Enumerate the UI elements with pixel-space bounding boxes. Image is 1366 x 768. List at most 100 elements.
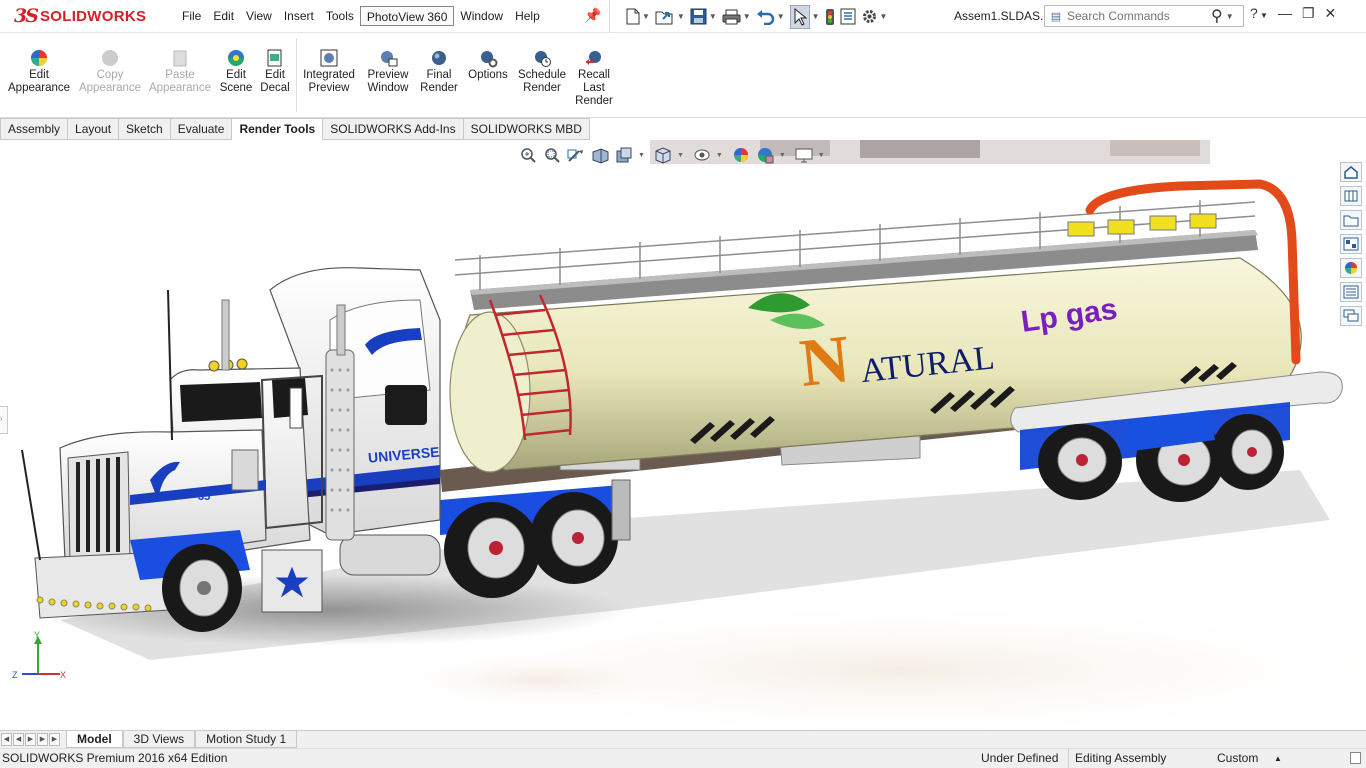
print-button[interactable]: ▼ [722, 5, 751, 29]
open-button[interactable]: ▼ [655, 5, 685, 29]
reference-triad[interactable]: Y X Z [10, 630, 70, 690]
options-button[interactable]: ▼ [861, 5, 887, 29]
final-render-icon [432, 51, 446, 65]
search-icon[interactable]: ⚲ [1211, 6, 1223, 26]
truck-tanker-model[interactable]: N ATURAL Lp gas UNIVERSE 35 [0, 140, 1366, 730]
custom-properties-icon [1343, 285, 1359, 299]
select-button[interactable] [789, 4, 810, 29]
status-tag-icon[interactable] [1350, 752, 1361, 764]
menu-window[interactable]: Window [454, 6, 509, 26]
view-orientation-dropdown-icon[interactable]: ▼ [638, 152, 645, 159]
search-commands-box[interactable]: ▤ ⚲ ▼ [1044, 5, 1244, 27]
appearances-scenes-decals-tab[interactable] [1340, 258, 1362, 278]
search-dropdown-icon[interactable]: ▼ [1226, 12, 1234, 21]
edit-scene-button[interactable]: Edit Scene [217, 48, 255, 95]
search-scope-icon[interactable]: ▤ [1045, 10, 1067, 23]
menu-insert[interactable]: Insert [278, 6, 320, 26]
tab-evaluate[interactable]: Evaluate [170, 118, 233, 140]
edit-scene-icon [228, 50, 244, 66]
feature-manager-expand-handle[interactable]: › [0, 406, 8, 434]
tab-scroll-icon[interactable]: ▶ [49, 733, 60, 746]
forum-tab[interactable] [1340, 306, 1362, 326]
tab-prev-icon[interactable]: ◀ [13, 733, 24, 746]
tab-first-icon[interactable]: ◀ [1, 733, 12, 746]
tab-3d-views[interactable]: 3D Views [122, 731, 196, 748]
menu-file[interactable]: File [176, 6, 207, 26]
edit-appearance-icon [31, 50, 47, 66]
design-library-tab[interactable] [1340, 186, 1362, 206]
section-view-icon[interactable] [590, 146, 610, 164]
hide-show-dropdown-icon[interactable]: ▼ [716, 152, 723, 159]
copy-appearance-label-2: Appearance [78, 82, 142, 94]
tab-solidworks-add-ins[interactable]: SOLIDWORKS Add-Ins [323, 118, 464, 140]
edit-decal-button[interactable]: Edit Decal [258, 48, 292, 95]
view-palette-tab[interactable] [1340, 234, 1362, 254]
solidworks-resources-tab[interactable] [1340, 162, 1362, 182]
search-input[interactable] [1067, 9, 1207, 23]
tab-assembly[interactable]: Assembly [0, 118, 69, 140]
menu-help[interactable]: Help [509, 6, 546, 26]
folder-icon [1343, 215, 1359, 227]
tab-solidworks-mbd[interactable]: SOLIDWORKS MBD [463, 118, 590, 140]
view-palette-icon [1343, 237, 1359, 251]
ribbon-separator [296, 38, 297, 112]
custom-properties-tab[interactable] [1340, 282, 1362, 302]
final-render-button[interactable]: Final Render [418, 48, 460, 95]
tab-last-icon[interactable]: ▶ [37, 733, 48, 746]
graphics-area[interactable]: N ATURAL Lp gas UNIVERSE 35 ▼ ▼ ▼ ▼ ▼ Y … [0, 140, 1366, 730]
menu-photoview-360[interactable]: PhotoView 360 [359, 6, 455, 26]
hide-show-items-icon[interactable] [692, 146, 712, 164]
zoom-to-area-icon[interactable] [542, 146, 562, 164]
file-properties-button[interactable] [840, 5, 856, 29]
apply-scene-icon[interactable] [755, 146, 775, 164]
copy-appearance-label-1: Copy [96, 69, 124, 81]
triad-z-label: Z [12, 670, 18, 680]
tab-sketch[interactable]: Sketch [119, 118, 171, 140]
minimize-icon[interactable]: — [1278, 5, 1292, 22]
undo-button[interactable]: ▼ [756, 5, 785, 29]
dynamic-annotation-icon[interactable] [614, 146, 634, 164]
tab-render-tools[interactable]: Render Tools [232, 118, 324, 140]
pin-menu-icon[interactable]: 📌 [584, 7, 601, 24]
view-orientation-icon[interactable] [653, 146, 673, 164]
restore-icon[interactable]: ❐ [1302, 5, 1315, 22]
rebuild-button[interactable] [825, 5, 835, 29]
select-pointer-icon [794, 7, 807, 26]
apply-scene-dropdown-icon[interactable]: ▼ [779, 152, 786, 159]
file-explorer-tab[interactable] [1340, 210, 1362, 230]
solidworks-window: 3S SOLIDWORKS File Edit View Insert Tool… [0, 0, 1366, 768]
display-style-dropdown-icon[interactable]: ▼ [677, 152, 684, 159]
tab-next-icon[interactable]: ▶ [25, 733, 36, 746]
tab-model[interactable]: Model [66, 731, 123, 748]
solidworks-logo[interactable]: 3S SOLIDWORKS [14, 4, 146, 28]
select-dropdown[interactable]: ▼ [810, 5, 820, 29]
menu-tools[interactable]: Tools [320, 6, 360, 26]
tab-motion-study-1[interactable]: Motion Study 1 [195, 731, 298, 748]
preview-window-label-1: Preview [367, 69, 409, 81]
paste-appearance-button[interactable]: Paste Appearance [148, 48, 212, 95]
preview-window-button[interactable]: Preview Window [364, 48, 412, 95]
menu-view[interactable]: View [240, 6, 278, 26]
units-dropdown-icon[interactable]: ▲ [1274, 754, 1282, 763]
edit-appearance-hud-icon[interactable] [731, 146, 751, 164]
save-button[interactable]: ▼ [690, 5, 717, 29]
new-document-button[interactable]: ▼ [626, 5, 650, 29]
integrated-preview-button[interactable]: Integrated Preview [300, 48, 358, 95]
integrated-preview-label-2: Preview [308, 82, 350, 94]
help-icon[interactable]: ? ▼ [1250, 5, 1268, 22]
edit-appearance-button[interactable]: Edit Appearance [8, 48, 70, 95]
copy-appearance-button[interactable]: Copy Appearance [78, 48, 142, 95]
status-units[interactable]: Custom [1217, 751, 1258, 765]
previous-view-icon[interactable] [566, 146, 586, 164]
zoom-to-fit-icon[interactable] [518, 146, 538, 164]
options-render-button[interactable]: Options [465, 48, 511, 82]
recall-last-render-button[interactable]: Recall Last Render [574, 48, 614, 108]
view-settings-icon[interactable] [794, 146, 814, 164]
tab-layout[interactable]: Layout [68, 118, 120, 140]
menu-edit[interactable]: Edit [207, 6, 240, 26]
final-render-label-2: Render [420, 82, 458, 94]
model-tabs-bar: ◀ ◀ ▶ ▶ ▶ Model 3D Views Motion Study 1 [0, 730, 1366, 748]
schedule-render-button[interactable]: Schedule Render [516, 48, 568, 95]
close-icon[interactable]: ✕ [1325, 5, 1337, 22]
view-settings-dropdown-icon[interactable]: ▼ [818, 152, 825, 159]
